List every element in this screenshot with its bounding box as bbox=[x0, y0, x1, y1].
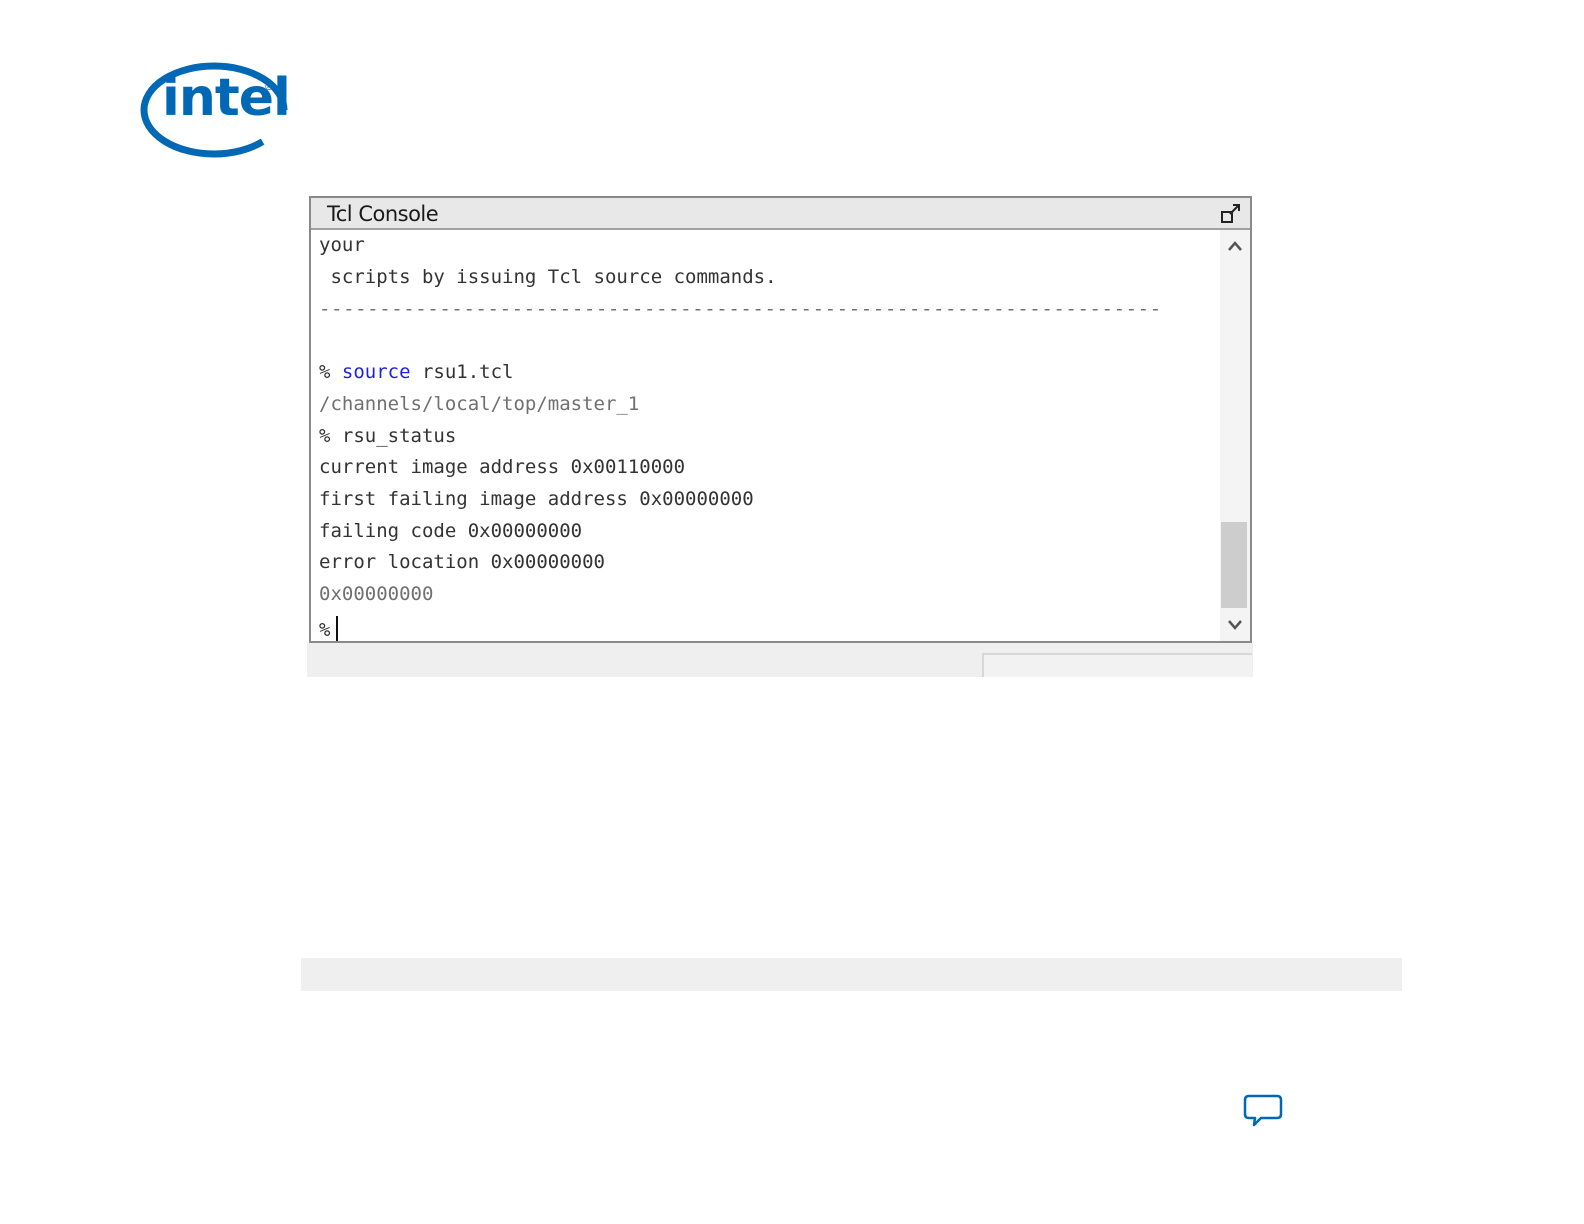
chevron-down-icon[interactable] bbox=[1220, 611, 1250, 639]
command-argument: rsu1.tcl bbox=[410, 361, 514, 383]
status-bar bbox=[307, 643, 1253, 677]
logo-registered-mark: ® bbox=[264, 82, 274, 93]
tcl-console-panel: Tcl Console your scripts by issuing Tcl … bbox=[309, 196, 1252, 643]
console-line: scripts by issuing Tcl source commands. bbox=[319, 266, 777, 288]
prompt-symbol: % bbox=[319, 619, 331, 641]
chevron-up-icon[interactable] bbox=[1220, 232, 1250, 260]
feedback-icon[interactable] bbox=[1243, 1093, 1283, 1129]
console-line: failing code 0x00000000 bbox=[319, 520, 583, 542]
prompt-symbol: % bbox=[319, 361, 342, 383]
gray-band bbox=[301, 958, 1402, 991]
text-cursor bbox=[336, 616, 339, 641]
separator-line: ----------------------------------------… bbox=[319, 298, 1162, 320]
console-line: first failing image address 0x00000000 bbox=[319, 488, 754, 510]
command-keyword: source bbox=[341, 361, 411, 383]
intel-logo: intel ® bbox=[140, 60, 291, 160]
console-line: error location 0x00000000 bbox=[319, 551, 605, 573]
console-command-line: % source rsu1.tcl bbox=[319, 363, 513, 382]
console-header: Tcl Console bbox=[311, 198, 1250, 230]
logo-wordmark: intel bbox=[162, 68, 291, 128]
console-input-line[interactable]: % bbox=[319, 616, 339, 641]
console-line: 0x00000000 bbox=[319, 583, 434, 605]
console-line: your bbox=[319, 234, 365, 256]
console-line: /channels/local/top/master_1 bbox=[319, 393, 640, 415]
console-title: Tcl Console bbox=[327, 202, 439, 226]
status-field bbox=[982, 653, 1252, 677]
undock-icon[interactable] bbox=[1220, 203, 1242, 225]
scrollbar-thumb[interactable] bbox=[1221, 522, 1247, 608]
console-line: current image address 0x00110000 bbox=[319, 456, 686, 478]
console-command-line: % rsu_status bbox=[319, 425, 457, 447]
console-output[interactable]: your scripts by issuing Tcl source comma… bbox=[311, 230, 1220, 641]
vertical-scrollbar[interactable] bbox=[1220, 230, 1250, 641]
